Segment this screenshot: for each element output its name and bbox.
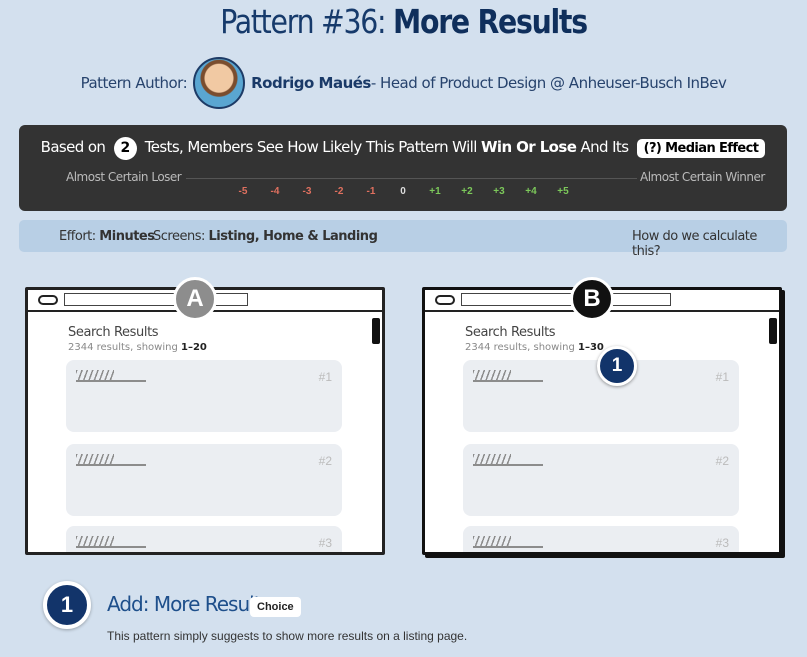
screens-value: Listing, Home & Landing	[208, 229, 378, 244]
title-name: More Results	[393, 2, 588, 41]
scale-tick: +3	[493, 186, 505, 197]
browser-icon	[435, 295, 455, 305]
url-bar	[461, 293, 671, 306]
scale-tick: -1	[366, 186, 376, 197]
avatar	[193, 57, 246, 109]
scale-tick: +5	[557, 186, 569, 197]
effort-bar: Effort: Minutes Screens: Listing, Home &…	[19, 220, 787, 259]
result-card: #3	[463, 526, 739, 552]
author-name[interactable]: Rodrigo Maués	[251, 74, 371, 92]
scale-tick: +2	[461, 186, 473, 197]
variant-b-mockup: Search Results 2344 results, showing 1–3…	[422, 287, 782, 555]
scale-tick: 0	[400, 186, 406, 197]
scribble-text	[473, 536, 543, 548]
url-bar	[64, 293, 248, 306]
change-marker-badge[interactable]: 1	[597, 346, 637, 386]
page-title: Pattern #36: More Results	[56, 2, 750, 41]
scale-tick: -4	[270, 186, 280, 197]
result-card: #2	[463, 444, 739, 516]
result-card: #3	[66, 526, 342, 552]
based-on-text: Based on	[40, 138, 106, 156]
scribble-text	[76, 454, 146, 466]
and-its-text: And Its	[580, 138, 629, 156]
search-results-title: Search Results	[465, 325, 556, 340]
likelihood-headline: Based on 2 Tests, Members See How Likely…	[19, 137, 787, 160]
scrollbar	[372, 318, 380, 344]
scale-line	[186, 178, 637, 179]
author-row: Pattern Author: Rodrigo Maués - Head of …	[0, 56, 807, 110]
browser-icon	[38, 295, 58, 305]
median-effect-button[interactable]: (?) Median Effect	[636, 139, 766, 158]
scale-tick: +1	[429, 186, 441, 197]
scrollbar	[769, 318, 777, 344]
scribble-text	[473, 370, 543, 382]
likelihood-panel: Based on 2 Tests, Members See How Likely…	[19, 125, 787, 211]
scale-tick: -3	[302, 186, 312, 197]
scribble-text	[76, 370, 146, 382]
change-number-badge: 1	[43, 581, 91, 629]
search-results-count: 2344 results, showing 1–20	[68, 342, 207, 353]
result-card: #2	[66, 444, 342, 516]
variant-b-badge: B	[570, 277, 614, 321]
headline-mid-text: Tests, Members See How Likely This Patte…	[144, 138, 478, 156]
scale-tick: -2	[334, 186, 344, 197]
scale-right-label: Almost Certain Winner	[640, 170, 765, 184]
search-results-title: Search Results	[68, 325, 159, 340]
win-or-lose-text: Win Or Lose	[480, 138, 577, 156]
scale-tick: -5	[238, 186, 248, 197]
effort-value: Minutes	[99, 229, 155, 244]
variant-a-badge: A	[173, 277, 217, 321]
scribble-text	[76, 536, 146, 548]
choice-tag: Choice	[250, 597, 301, 617]
change-title: Add: More Results	[107, 592, 271, 616]
scale-tick: +4	[525, 186, 537, 197]
title-prefix: Pattern #36:	[220, 2, 394, 41]
author-label: Pattern Author:	[80, 74, 188, 92]
scale-left-label: Almost Certain Loser	[66, 170, 182, 184]
how-calculate-link[interactable]: How do we calculate this?	[632, 229, 787, 259]
search-results-count: 2344 results, showing 1–30	[465, 342, 604, 353]
change-description: This pattern simply suggests to show mor…	[107, 629, 468, 643]
author-role: - Head of Product Design @ Anheuser-Busc…	[370, 74, 727, 92]
tests-count-badge: 2	[113, 137, 137, 160]
result-card: #1	[66, 360, 342, 432]
scribble-text	[473, 454, 543, 466]
screens-info: Screens: Listing, Home & Landing	[153, 229, 378, 244]
effort-info: Effort: Minutes	[59, 229, 155, 244]
variant-a-mockup: Search Results 2344 results, showing 1–2…	[25, 287, 385, 555]
